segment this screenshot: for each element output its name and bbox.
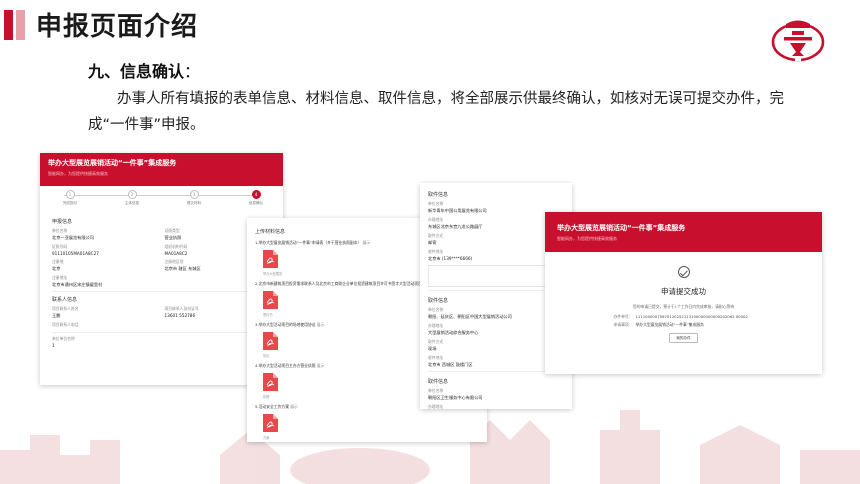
section-heading: 申报信息 [52, 219, 73, 225]
info-row-case-number: 办件单号： 11110000075670120252113100000000000… [613, 314, 748, 319]
step-2[interactable]: 2 主体信息 [112, 190, 152, 206]
divider [428, 290, 564, 291]
field-company-name: 单位名称 北京一亚展览有限公司 [52, 228, 94, 240]
pickup-heading: 取件信息 [428, 298, 449, 304]
brand-logo-icon [771, 20, 825, 62]
success-check-icon [677, 266, 690, 278]
title-accent-bar-light [16, 10, 25, 40]
pickup-block: 取件信息单位名称 朝阳、延庆区、朝阳区中国大型展销活动公司 办理地址 大型展销活动综合… [428, 297, 564, 372]
pickup-field: 取件方式 邮寄 [428, 233, 444, 245]
pickup-list: 取件信息 单位名称 新华青年中国公用展览有限公司 办理地址 东城区北京东宫九龙公路展厅取… [428, 191, 564, 409]
step-label: 信息确认 [248, 201, 264, 205]
pickup-field: 单位名称 朝阳、延庆区、朝阳区中国大型展销活动公司 [428, 307, 512, 319]
info-row-application: 申请事项： 举办大型展览展销活动“一件事”集成服务 [613, 322, 704, 327]
my-cases-button[interactable]: 我的办件 [669, 333, 698, 343]
field-contact-phone: 项目联系人电话 [52, 322, 79, 327]
field-registered-place: 注册地 北京 [52, 259, 64, 271]
material-item: 5.活动安全工作方案 展示 方案 [255, 404, 479, 440]
pickup-block: 取件信息单位名称 新华青年中国公用展览有限公司 办理地址 东城区北京东宫九龙公路展厅取… [428, 191, 564, 291]
pdf-file-name: 方案 [263, 436, 270, 440]
banner-subtitle: 智能网办，为您提供快捷高效服务 [48, 171, 108, 176]
success-info: 办件单号： 11110000075670120252113100000000000… [614, 314, 754, 328]
steps-line [64, 195, 259, 196]
service-banner: 举办大型展览展销活动“一件事”集成服务 智能网办，为您提供快捷高效服务 [40, 153, 283, 186]
field-contact-name: 项目联系人姓名 王鹏 [52, 306, 79, 318]
step-dot: 2 [127, 190, 137, 199]
section-description: 办事人所有填报的表单信息、材料信息、取件信息，将全部展示供最终确认，如核对无误可… [88, 91, 784, 133]
pickup-field: 办理地址朝阳区卫生服务中心 [428, 404, 444, 409]
pickup-field: 办理地址 大型展销活动综合服务中心 [428, 323, 479, 335]
divider [52, 291, 271, 292]
pickup-heading: 取件信息 [428, 379, 449, 385]
title-accent-bar [4, 10, 13, 40]
pickup-heading: 取件信息 [428, 192, 449, 198]
step-dot: 4 [251, 190, 261, 199]
field-license-number: 证照号码 91110105MA01A8C27 [52, 244, 99, 256]
slide-title: 申报页面介绍 [36, 12, 199, 42]
pdf-file-icon[interactable] [263, 250, 278, 268]
pickup-field: 办理地址 东城区北京东宫九龙公路展厅 [428, 217, 483, 229]
banner-title: 举办大型展览展销活动“一件事”集成服务 [557, 224, 686, 232]
progress-steps: 1 完成指引 2 主体信息 3 提交材料 4 信息确认 [50, 190, 273, 214]
pdf-file-icon[interactable] [263, 373, 278, 391]
pickup-field: 单位名称 新华青年中国公用展览有限公司 [428, 201, 487, 213]
step-4[interactable]: 4 信息确认 [236, 190, 276, 206]
address-box [428, 265, 564, 287]
step-label: 提交材料 [186, 201, 202, 205]
pickup-field: 收件地址 北京市 西城区 鼓楼门区 [428, 355, 473, 367]
divider [52, 332, 271, 333]
step-3[interactable]: 3 提交材料 [174, 190, 214, 206]
banner-title: 举办大型展览展销活动“一件事”集成服务 [48, 159, 177, 167]
field-registered-address: 注册地址 北京市通州区宋庄镇翟里村 [52, 275, 103, 287]
contact-heading: 联系人信息 [52, 297, 78, 303]
service-banner: 举办大型展览展销活动“一件事”集成服务 智能网办，为您提供快捷高效服务 [545, 212, 822, 252]
step-label: 完成指引 [62, 201, 78, 205]
pdf-file-icon[interactable] [263, 332, 278, 350]
step-dot: 1 [65, 190, 75, 199]
success-panel: 举办大型展览展销活动“一件事”集成服务 智能网办，为您提供快捷高效服务 申请提交… [545, 212, 822, 374]
success-title: 申请提交成功 [661, 287, 706, 296]
material-tag: 展示 [316, 363, 325, 368]
pickup-field: 收件地址 北京市 (139****6666) [428, 249, 473, 261]
material-tag: 展示 [316, 322, 325, 327]
banner-subtitle: 智能网办，为您提供快捷高效服务 [557, 236, 617, 241]
pickup-field: 取件方式 现场 [428, 339, 444, 351]
step-1[interactable]: 1 完成指引 [50, 190, 90, 206]
step-label: 主体信息 [124, 201, 140, 205]
divider [428, 371, 564, 372]
material-tag: 展示 [362, 240, 371, 245]
step-dot: 3 [189, 190, 199, 199]
success-note: 您的申请已提交，预计于1个工作日内完成审核，请耐心等待 [632, 304, 735, 309]
pickup-field: 单位名称 朝阳区卫生服务中心有限公司 [428, 388, 483, 400]
pickup-block: 取件信息单位名称朝阳区卫生服务中心有限公司办理地址朝阳区卫生服务中心 [428, 378, 564, 409]
material-tag: 展示 [290, 404, 298, 409]
pdf-file-icon[interactable] [263, 291, 278, 309]
pdf-file-icon[interactable] [263, 414, 278, 432]
field-extra: 单位单位名称 1 [52, 336, 75, 348]
section-title: 九、信息确认： [88, 62, 201, 81]
